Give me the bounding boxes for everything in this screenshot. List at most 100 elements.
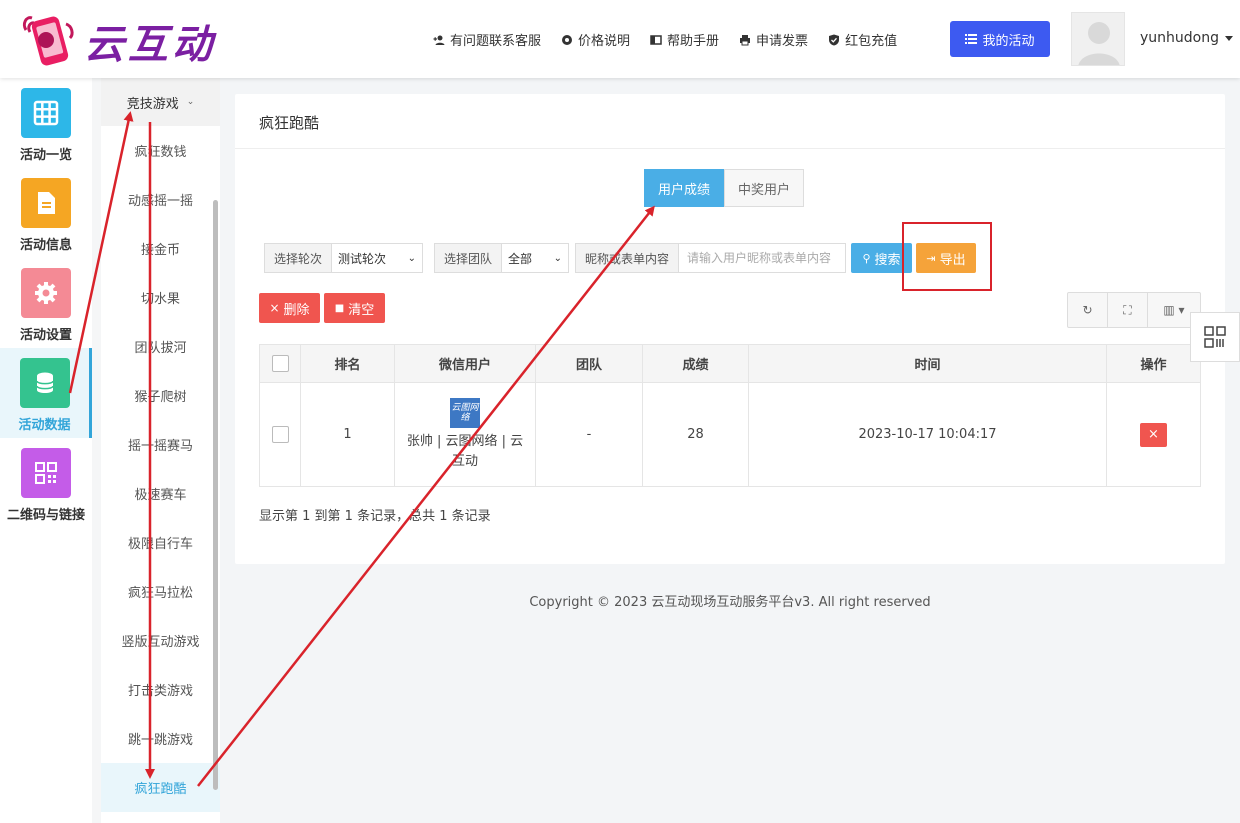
keyword-input[interactable]	[679, 244, 846, 272]
column-header[interactable]: 成绩	[642, 344, 749, 383]
user-cell: 云图网络 张帅 | 云图网络 | 云互动	[394, 382, 536, 487]
shield-check-icon	[829, 34, 840, 45]
select-all-checkbox[interactable]	[271, 355, 289, 372]
submenu-item[interactable]: 猴子爬树	[101, 371, 220, 420]
add-user-icon	[433, 35, 445, 45]
round-filter-label: 选择轮次	[265, 244, 333, 272]
sidebar-item-activity-info[interactable]: 活动信息	[0, 168, 92, 258]
submenu-item-active[interactable]: 疯狂跑酷	[101, 763, 220, 812]
document-icon	[21, 178, 71, 228]
column-header[interactable]: 排名	[300, 344, 395, 383]
row-select-cell	[259, 382, 301, 487]
sidebar-label: 活动设置	[19, 328, 72, 343]
column-header[interactable]: 时间	[748, 344, 1107, 383]
team-filter-label: 选择团队	[435, 244, 503, 272]
submenu-group-competitive-games[interactable]: 竞技游戏 ⌄	[101, 78, 220, 126]
icon-sidebar: 活动一览 活动信息 活动设置 活动数据 二维码与链接	[0, 78, 92, 823]
submenu-scrollbar[interactable]	[213, 200, 218, 790]
sidebar-item-qrcode[interactable]: 二维码与链接	[0, 438, 92, 528]
round-select-value: 测试轮次	[338, 251, 387, 266]
sidebar-label: 活动一览	[19, 148, 72, 163]
action-cell: ×	[1106, 382, 1201, 487]
submenu-item[interactable]: 竖版互动游戏	[101, 616, 220, 665]
user-name: 张帅 | 云图网络 | 云互动	[406, 433, 524, 469]
fullscreen-icon[interactable]: ⛶	[1108, 293, 1148, 327]
top-header: 云互动 有问题联系客服 价格说明 帮助手册 申请发票 红包充值 我的活动 yun…	[0, 0, 1240, 78]
nav-invoice[interactable]: 申请发票	[739, 30, 808, 49]
row-checkbox[interactable]	[271, 426, 289, 443]
grid-icon	[21, 88, 71, 138]
submenu-item[interactable]: 动感摇一摇	[101, 175, 220, 224]
submenu-item[interactable]: 疯狂数钱	[101, 126, 220, 175]
team-select[interactable]: 全部 ⌄	[502, 244, 569, 272]
sidebar-item-activity-list[interactable]: 活动一览	[0, 78, 92, 168]
column-header[interactable]: 团队	[535, 344, 643, 383]
avatar[interactable]	[1071, 12, 1125, 66]
clear-button[interactable]: ■ 清空	[324, 293, 385, 323]
submenu-group-label: 竞技游戏	[126, 96, 179, 112]
close-icon: ×	[269, 301, 280, 315]
nav-help-label: 帮助手册	[667, 34, 720, 49]
nav-customer-service[interactable]: 有问题联系客服	[433, 30, 541, 49]
chevron-down-icon: ⌄	[407, 252, 417, 264]
submenu-item[interactable]: 打击类游戏	[101, 665, 220, 714]
submenu-item[interactable]: 极速赛车	[101, 469, 220, 518]
content-card: 疯狂跑酷 用户成绩 中奖用户 选择轮次 测试轮次 ⌄ 选择团队 全部 ⌄ 昵称或…	[235, 94, 1225, 564]
username: yunhudong	[1140, 30, 1219, 46]
refresh-icon[interactable]: ↻	[1068, 293, 1108, 327]
column-header: 操作	[1106, 344, 1201, 383]
chevron-down-icon: ⌄	[553, 252, 563, 264]
clear-button-label: 清空	[348, 302, 375, 318]
rank-cell: 1	[300, 382, 395, 487]
submenu-item[interactable]: 跳一跳游戏	[101, 714, 220, 763]
nav-pricing-label: 价格说明	[578, 34, 631, 49]
round-filter: 选择轮次 测试轮次 ⌄	[264, 243, 424, 273]
column-header[interactable]: 微信用户	[394, 344, 536, 383]
qrcode-icon	[1204, 326, 1226, 348]
gear-icon	[562, 34, 573, 45]
user-menu[interactable]: yunhudong	[1140, 30, 1233, 46]
submenu-item[interactable]: 极限自行车	[101, 518, 220, 567]
scores-table: 排名 微信用户 团队 成绩 时间 操作 1 云图网络 张帅 | 云图网络 | 云…	[259, 344, 1201, 487]
database-icon	[19, 358, 70, 408]
round-select[interactable]: 测试轮次 ⌄	[332, 244, 423, 272]
submenu-item[interactable]: 切水果	[101, 273, 220, 322]
tab-winners[interactable]: 中奖用户	[724, 169, 805, 207]
nav-recharge-label: 红包充值	[845, 34, 898, 49]
pagination-info: 显示第 1 到第 1 条记录，总共 1 条记录	[259, 509, 491, 524]
settings-icon	[21, 268, 71, 318]
nav-invoice-label: 申请发票	[756, 34, 809, 49]
keyword-filter: 昵称或表单内容	[575, 243, 847, 273]
tab-user-scores[interactable]: 用户成绩	[644, 169, 725, 207]
submenu-item[interactable]: 摇一摇赛马	[101, 420, 220, 469]
trash-icon: ■	[334, 302, 345, 314]
user-avatar: 云图网络	[450, 397, 480, 428]
table-header-row: 排名 微信用户 团队 成绩 时间 操作	[259, 344, 1201, 383]
submenu-item[interactable]: 疯狂马拉松	[101, 567, 220, 616]
search-button-label: 搜索	[874, 252, 901, 268]
submenu-item[interactable]: 团队拔河	[101, 322, 220, 371]
floating-qrcode-button[interactable]	[1190, 312, 1240, 362]
chevron-down-icon: ⌄	[186, 97, 195, 107]
score-cell: 28	[642, 382, 749, 487]
sidebar-item-activity-settings[interactable]: 活动设置	[0, 258, 92, 348]
logo-text: 云互动	[84, 22, 216, 68]
table-toolbar: ↻ ⛶ ▥ ▾	[1067, 292, 1201, 328]
submenu-item[interactable]: 接金币	[101, 224, 220, 273]
top-nav: 有问题联系客服 价格说明 帮助手册 申请发票 红包充值	[433, 30, 897, 49]
book-icon	[650, 34, 662, 45]
nav-help[interactable]: 帮助手册	[650, 30, 719, 49]
result-tabs: 用户成绩 中奖用户	[644, 169, 805, 207]
team-select-value: 全部	[508, 251, 533, 266]
delete-button-label: 删除	[283, 302, 310, 318]
delete-button[interactable]: × 删除	[259, 293, 320, 323]
my-activity-button[interactable]: 我的活动	[950, 21, 1050, 57]
delete-row-button[interactable]: ×	[1140, 422, 1167, 447]
nav-pricing[interactable]: 价格说明	[561, 30, 630, 49]
sidebar-item-activity-data[interactable]: 活动数据	[0, 348, 92, 438]
table-row: 1 云图网络 张帅 | 云图网络 | 云互动 - 28 2023-10-17 1…	[259, 382, 1201, 487]
logo-icon[interactable]	[20, 10, 80, 68]
copyright: Copyright © 2023 云互动现场互动服务平台v3. All righ…	[529, 595, 931, 610]
team-cell: -	[535, 382, 643, 487]
nav-recharge[interactable]: 红包充值	[828, 30, 897, 49]
